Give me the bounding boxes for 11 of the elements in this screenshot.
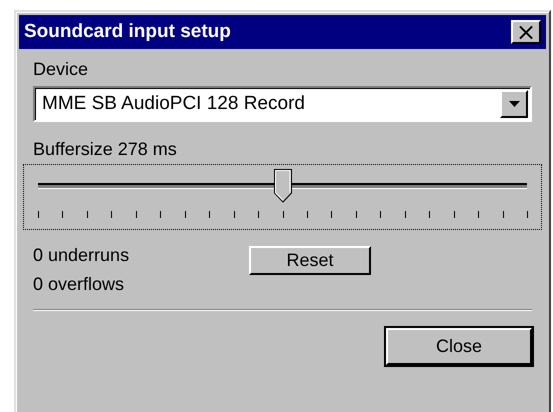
slider-thumb[interactable] [274, 169, 292, 203]
device-label: Device [33, 59, 90, 80]
stat-text: 0 overflows [33, 274, 126, 295]
window-title: Soundcard input setup [24, 21, 231, 43]
device-dropdown[interactable]: MME SB AudioPCI 128 Record [33, 86, 532, 122]
buffersize-label: Buffersize 278 ms [33, 139, 178, 160]
buffersize-slider[interactable] [23, 164, 542, 230]
close-dialog-button[interactable]: Close [386, 328, 532, 365]
close-button[interactable]: × [511, 20, 541, 44]
reset-button[interactable]: Reset [249, 246, 371, 275]
stat-text: 0 underruns [33, 245, 130, 266]
